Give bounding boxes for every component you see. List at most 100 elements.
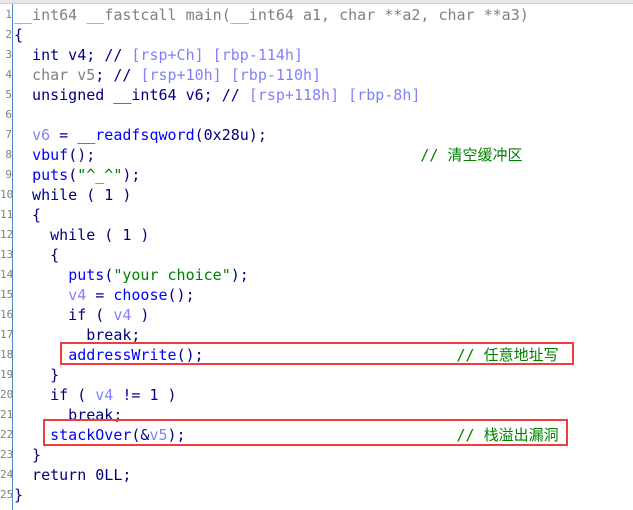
code-token: ; //: [95, 66, 141, 84]
function-name[interactable]: puts: [32, 166, 68, 184]
code-text: puts("your choice");: [14, 265, 249, 285]
line-number: 19: [0, 368, 14, 381]
line-number: 15: [0, 288, 14, 301]
function-name[interactable]: choose: [113, 286, 167, 304]
code-token: {: [14, 246, 60, 264]
function-name[interactable]: __readfsqword: [77, 126, 194, 144]
code-line[interactable]: 7 v6 = __readfsqword(0x28u);: [0, 125, 633, 145]
line-number: 23: [0, 448, 14, 461]
code-line[interactable]: 23 }: [0, 445, 633, 465]
code-line[interactable]: 6: [0, 105, 633, 125]
code-line[interactable]: 12 while ( 1 ): [0, 225, 633, 245]
line-number: 13: [0, 248, 14, 261]
line-number: 14: [0, 268, 14, 281]
code-line[interactable]: 20 if ( v4 != 1 ): [0, 385, 633, 405]
code-token: char v5: [14, 66, 96, 84]
code-line[interactable]: 8 vbuf(); // 清空缓冲区: [0, 145, 633, 165]
code-line[interactable]: 14 puts("your choice");: [0, 265, 633, 285]
code-line[interactable]: 5 unsigned __int64 v6; // [rsp+118h] [rb…: [0, 85, 633, 105]
code-token: ();: [167, 286, 195, 304]
variable-token[interactable]: [rsp+Ch] [rbp-114h]: [131, 46, 303, 64]
code-token: __int64 __fastcall main(__int64 a1, char…: [14, 6, 529, 24]
line-number: 11: [0, 208, 14, 221]
code-text: v4 = choose();: [14, 285, 195, 305]
code-token: (: [68, 166, 78, 184]
variable-token[interactable]: v4: [95, 386, 113, 404]
code-token: =: [86, 286, 114, 304]
line-number: 8: [5, 148, 12, 161]
code-token: while ( 1 ): [14, 186, 132, 204]
function-name[interactable]: vbuf: [32, 146, 68, 164]
code-line[interactable]: 16 if ( v4 ): [0, 305, 633, 325]
code-text: v6 = __readfsqword(0x28u);: [14, 125, 267, 145]
line-number: 20: [0, 388, 14, 401]
line-number: 12: [0, 228, 14, 241]
line-number: 18: [0, 348, 14, 361]
line-number: 25: [0, 488, 14, 501]
code-text: if ( v4 ): [14, 305, 149, 325]
code-token: (: [104, 266, 114, 284]
code-token: int v4;: [14, 46, 105, 64]
code-line[interactable]: 13 {: [0, 245, 633, 265]
code-token: "^_^": [77, 166, 123, 184]
code-line[interactable]: 9 puts("^_^");: [0, 165, 633, 185]
code-line[interactable]: 2{: [0, 25, 633, 45]
line-number: 2: [5, 28, 12, 41]
code-line[interactable]: 15 v4 = choose();: [0, 285, 633, 305]
code-text: char v5; // [rsp+10h] [rbp-110h]: [14, 65, 321, 85]
highlight-box-stack-overflow: [43, 419, 568, 446]
code-line[interactable]: 25}: [0, 485, 633, 505]
code-token: if (: [14, 386, 96, 404]
code-token: }: [14, 446, 42, 464]
code-text: while ( 1 ): [14, 185, 131, 205]
code-token: );: [122, 166, 141, 184]
function-name[interactable]: puts: [68, 266, 104, 284]
variable-token[interactable]: [rsp+118h] [rbp-8h]: [249, 86, 421, 104]
variable-token[interactable]: v4: [68, 286, 86, 304]
code-token: while ( 1 ): [14, 226, 150, 244]
code-text: {: [14, 245, 59, 265]
code-text: return 0LL;: [14, 465, 131, 485]
code-token: );: [230, 266, 249, 284]
code-text: if ( v4 != 1 ): [14, 385, 176, 405]
code-token: if (: [14, 306, 114, 324]
code-text: vbuf(); // 清空缓冲区: [14, 145, 522, 165]
code-comment: // 清空缓冲区: [420, 146, 523, 164]
code-token: unsigned __int64 v6;: [14, 86, 222, 104]
code-text: __int64 __fastcall main(__int64 a1, char…: [14, 5, 529, 25]
line-number: 7: [5, 128, 12, 141]
code-text: {: [14, 25, 23, 45]
code-token: {: [14, 206, 42, 224]
code-token: return 0LL;: [14, 466, 132, 484]
variable-token[interactable]: [rsp+10h] [rbp-110h]: [140, 66, 321, 84]
code-line[interactable]: 24 return 0LL;: [0, 465, 633, 485]
code-line[interactable]: 4 char v5; // [rsp+10h] [rbp-110h]: [0, 65, 633, 85]
line-number: 4: [5, 68, 12, 81]
code-line[interactable]: 19 }: [0, 365, 633, 385]
window-top-edge: [0, 0, 633, 4]
code-text: }: [14, 365, 59, 385]
highlight-box-address-write: [60, 342, 574, 365]
line-number: 22: [0, 428, 14, 441]
code-token: //: [221, 86, 249, 104]
line-number: 17: [0, 328, 14, 341]
code-text: }: [14, 485, 23, 505]
code-line[interactable]: 3 int v4; // [rsp+Ch] [rbp-114h]: [0, 45, 633, 65]
code-line[interactable]: 1 __int64 __fastcall main(__int64 a1, cha…: [0, 5, 633, 25]
line-number: 3: [5, 48, 12, 61]
code-text: int v4; // [rsp+Ch] [rbp-114h]: [14, 45, 303, 65]
line-number: 16: [0, 308, 14, 321]
code-token: ): [131, 306, 150, 324]
code-text: }: [14, 445, 41, 465]
code-token: "your choice": [113, 266, 231, 284]
code-text: unsigned __int64 v6; // [rsp+118h] [rbp-…: [14, 85, 420, 105]
code-line[interactable]: 11 {: [0, 205, 633, 225]
line-number: 24: [0, 468, 14, 481]
code-line[interactable]: 10 while ( 1 ): [0, 185, 633, 205]
variable-token[interactable]: v4: [113, 306, 131, 324]
variable-token[interactable]: v6: [32, 126, 50, 144]
